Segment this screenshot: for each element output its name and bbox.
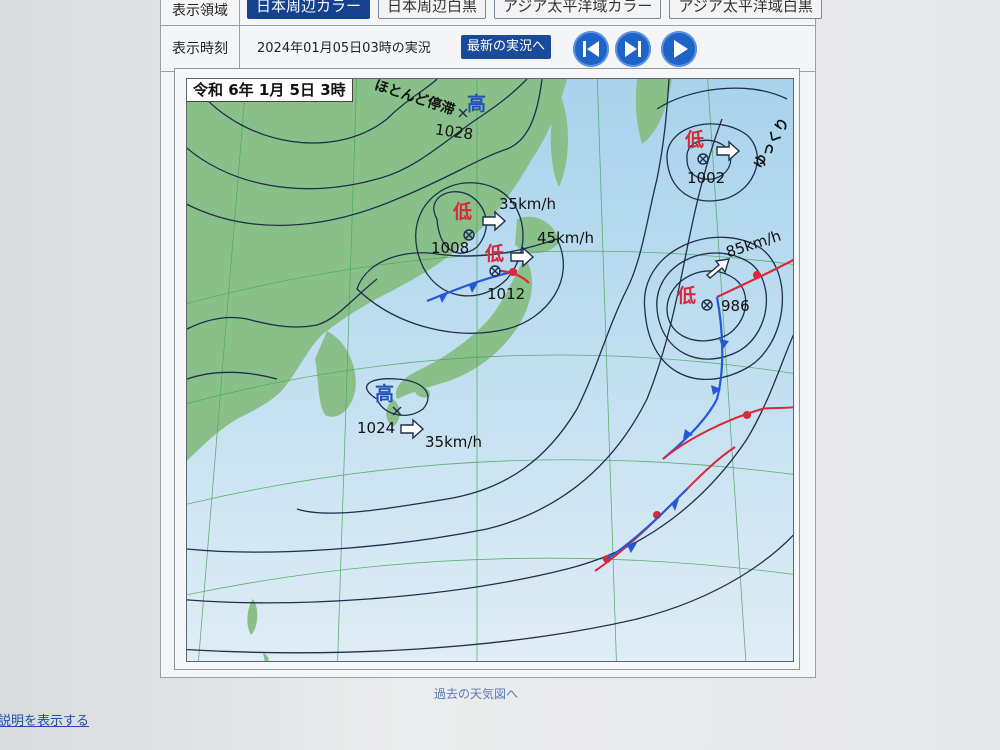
low-speed: 35km/h	[499, 195, 556, 213]
latest-button[interactable]: 最新の実況へ	[461, 35, 552, 59]
map-date-label: 令和 6年 1月 5日 3時	[187, 79, 353, 102]
play-icon	[674, 40, 688, 58]
weather-map-graphic	[187, 79, 793, 661]
high-pressure-value: 1024	[357, 419, 396, 437]
area-selector-row: 表示領域 日本周辺カラー 日本周辺白黒 アジア太平洋域カラー アジア太平洋域白黒	[161, 0, 822, 26]
play-button[interactable]	[661, 31, 697, 67]
warm-front-marker	[743, 411, 751, 419]
high-symbol: 高	[375, 383, 395, 405]
tab-asia-pacific-color[interactable]: アジア太平洋域カラー	[494, 0, 662, 19]
previous-button[interactable]	[573, 31, 609, 67]
high-speed: 35km/h	[425, 433, 482, 451]
area-tabs: 日本周辺カラー 日本周辺白黒 アジア太平洋域カラー アジア太平洋域白黒	[247, 0, 822, 19]
show-explanation-link[interactable]: 説明を表示する	[0, 710, 89, 729]
time-row: 表示時刻 2024年01月05日03時の実況 最新の実況へ	[161, 25, 815, 72]
low-speed: 45km/h	[537, 229, 594, 247]
current-time-text: 2024年01月05日03時の実況	[257, 41, 431, 56]
area-label: 表示領域	[161, 0, 240, 25]
low-symbol: 低	[453, 201, 473, 223]
time-label: 表示時刻	[161, 25, 240, 71]
low-symbol: 低	[677, 285, 697, 307]
weather-map: 令和 6年 1月 5日 3時 高 ほとんど停滞 1028 低 1008 35km…	[186, 78, 794, 662]
next-button[interactable]	[615, 31, 651, 67]
low-symbol: 低	[685, 129, 705, 151]
warm-front-marker	[753, 271, 761, 279]
low-pressure-value: 1012	[487, 285, 526, 303]
tab-japan-color[interactable]: 日本周辺カラー	[247, 0, 371, 19]
low-pressure-value: 1008	[431, 239, 470, 257]
tab-asia-pacific-monochrome[interactable]: アジア太平洋域白黒	[669, 0, 822, 19]
low-symbol: 低	[485, 243, 505, 265]
low-pressure-value: 1002	[687, 169, 726, 187]
tab-japan-monochrome[interactable]: 日本周辺白黒	[378, 0, 487, 19]
skip-forward-icon	[625, 41, 641, 57]
high-symbol: 高	[467, 93, 487, 115]
past-maps-link[interactable]: 過去の天気図へ	[434, 685, 518, 702]
warm-front-marker	[509, 268, 517, 276]
skip-back-icon	[583, 41, 599, 57]
low-pressure-value: 986	[721, 297, 750, 315]
